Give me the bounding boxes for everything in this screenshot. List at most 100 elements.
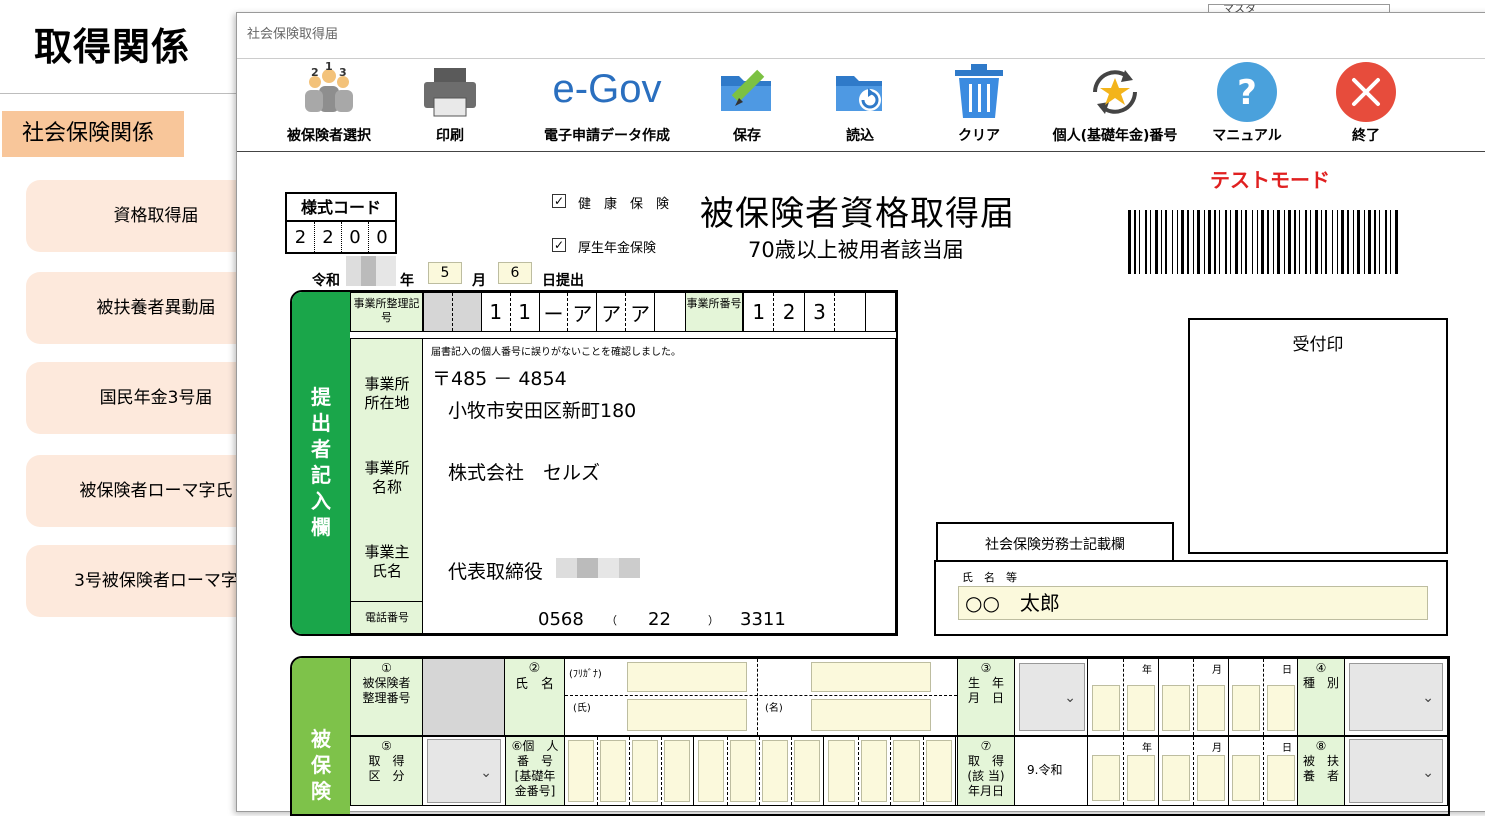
office-code-cell[interactable]: ア [596, 293, 625, 331]
sharoushi-name-input[interactable]: ○○ 太郎 [958, 586, 1428, 620]
personal-number-digit[interactable] [762, 740, 788, 802]
phone-number[interactable]: 3311 [740, 609, 786, 630]
office-code-cell[interactable] [654, 293, 683, 331]
personal-number-digit[interactable] [698, 740, 724, 802]
barcode-bar [1390, 210, 1391, 274]
acq-month-2[interactable] [1197, 755, 1225, 801]
acq-year-2[interactable] [1127, 755, 1155, 801]
select-insured-button[interactable]: 2 1 3 被保険者選択 [259, 59, 399, 153]
postal-code[interactable]: 〒485 － 4854 [432, 364, 567, 391]
select-insured-label: 被保険者選択 [287, 128, 371, 144]
personal-number-button[interactable]: 個人(基礎年金)番号 [1040, 59, 1190, 153]
given-kana-input[interactable] [811, 662, 931, 692]
office-no-cell[interactable]: 2 [773, 293, 803, 331]
acq-year-1[interactable] [1092, 755, 1120, 801]
barcode-bar [1187, 210, 1189, 274]
style-code-digits: 2200 [287, 222, 395, 252]
insured-number-input[interactable] [423, 659, 505, 735]
insured-row-2: ⑤ 取 得 区 分 ⑥個 人 番 号 [基礎年 金番号] ⑦ 取 得 (該 当)… [350, 736, 1448, 806]
acquisition-type-select[interactable] [427, 739, 501, 803]
barcode-bar [1357, 210, 1360, 274]
background-button-fuyou[interactable]: 被扶養者異動届 [26, 272, 266, 344]
dependent-label: ⑧ 被 扶 養 者 [1297, 737, 1345, 805]
pension-checkbox[interactable]: ✓ [552, 238, 566, 252]
family-name-input[interactable] [627, 699, 747, 731]
office-no-cell[interactable] [864, 293, 895, 331]
barcode-bar [1325, 210, 1327, 274]
pension-label: 厚生年金保険 [578, 241, 657, 256]
phone-local[interactable]: 22 [648, 609, 671, 630]
birth-day-2[interactable] [1267, 685, 1295, 731]
family-kana-input[interactable] [627, 662, 747, 692]
birth-day-1[interactable] [1232, 685, 1260, 731]
barcode-bar [1128, 210, 1131, 274]
background-button-shikaku[interactable]: 資格取得届 [26, 180, 266, 252]
personal-number-digit[interactable] [600, 740, 626, 802]
personal-number-digit[interactable] [568, 740, 594, 802]
owner-title[interactable]: 代表取締役 [448, 557, 543, 584]
acquisition-era[interactable]: 9.令和 [1027, 761, 1062, 778]
office-code-cell[interactable]: 1 [509, 293, 539, 331]
personal-number-digit[interactable] [664, 740, 690, 802]
office-code-cell[interactable]: ー [538, 293, 568, 331]
background-button-3go-romaji[interactable]: 3号被保険者ローマ字 [26, 545, 266, 617]
personal-number-digit[interactable] [632, 740, 658, 802]
birth-era-select[interactable] [1019, 663, 1085, 731]
birth-month-2[interactable] [1197, 685, 1225, 731]
company-name[interactable]: 株式会社 セルズ [448, 458, 600, 485]
phone-area[interactable]: 0568 [538, 609, 584, 630]
barcode-icon [1128, 210, 1398, 274]
office-no-cell[interactable]: 3 [803, 293, 834, 331]
day-label: 日提出 [542, 273, 584, 289]
personal-number-digit[interactable] [925, 740, 952, 802]
acq-month-1[interactable] [1162, 755, 1190, 801]
phone-close-paren: ） [708, 614, 719, 627]
birth-year-2[interactable] [1127, 685, 1155, 731]
exit-button[interactable]: 終了 [1296, 59, 1436, 153]
barcode-bar [1161, 210, 1162, 274]
barcode-bar [1261, 210, 1264, 274]
barcode-bar [1235, 210, 1238, 274]
type-select[interactable] [1349, 663, 1443, 731]
personal-number-digit[interactable] [860, 740, 887, 802]
office-code-cell[interactable]: 1 [480, 293, 510, 331]
personal-number-group-divider [823, 737, 824, 805]
office-no-cells[interactable]: 123 [743, 293, 895, 331]
submit-month-input[interactable]: 5 [428, 262, 462, 284]
personal-number-digit[interactable] [794, 740, 820, 802]
personal-number-digit[interactable] [893, 740, 920, 802]
personal-number-digit[interactable] [828, 740, 855, 802]
office-address[interactable]: 小牧市安田区新町180 [448, 396, 636, 423]
office-code-cells[interactable]: 11ーアアア [423, 293, 683, 331]
personal-number-digit[interactable] [730, 740, 756, 802]
office-code-cell[interactable]: ア [567, 293, 596, 331]
personal-number-divider [597, 737, 598, 805]
background-button-kokumin[interactable]: 国民年金3号届 [26, 362, 266, 434]
phone-open-paren: （ [606, 614, 617, 627]
toolbar: 2 1 3 被保険者選択 印刷 e-Gov 電子申請データ作成 保存 読込 クリ… [237, 58, 1485, 152]
office-code-cell[interactable] [423, 293, 452, 331]
given-name-input[interactable] [811, 699, 931, 731]
family-name-label: (氏) [573, 703, 591, 714]
background-button-romaji[interactable]: 被保険者ローマ字氏 [26, 455, 266, 527]
birth-month-1[interactable] [1162, 685, 1190, 731]
personal-number-cells[interactable] [565, 737, 957, 805]
barcode-bar [1341, 210, 1344, 274]
acq-day-2[interactable] [1267, 755, 1295, 801]
clear-button[interactable]: クリア [909, 59, 1049, 153]
office-no-cell[interactable] [834, 293, 864, 331]
dependent-select[interactable] [1349, 739, 1443, 803]
submit-day-input[interactable]: 6 [498, 262, 532, 284]
barcode-bar [1288, 210, 1291, 274]
health-insurance-checkbox[interactable]: ✓ [552, 194, 566, 208]
egov-button[interactable]: e-Gov 電子申請データ作成 [532, 59, 682, 153]
birth-year-1[interactable] [1092, 685, 1120, 731]
help-icon: ? [1217, 62, 1277, 122]
company-name-label: 事業所 名称 [364, 459, 410, 496]
office-code-row: 事業所整理記号 11ーアアア 事業所番号 123 [350, 292, 896, 332]
office-code-cell[interactable] [451, 293, 481, 331]
office-no-cell[interactable]: 1 [743, 293, 773, 331]
print-button[interactable]: 印刷 [380, 59, 520, 153]
office-code-cell[interactable]: ア [625, 293, 654, 331]
acq-day-1[interactable] [1232, 755, 1260, 801]
